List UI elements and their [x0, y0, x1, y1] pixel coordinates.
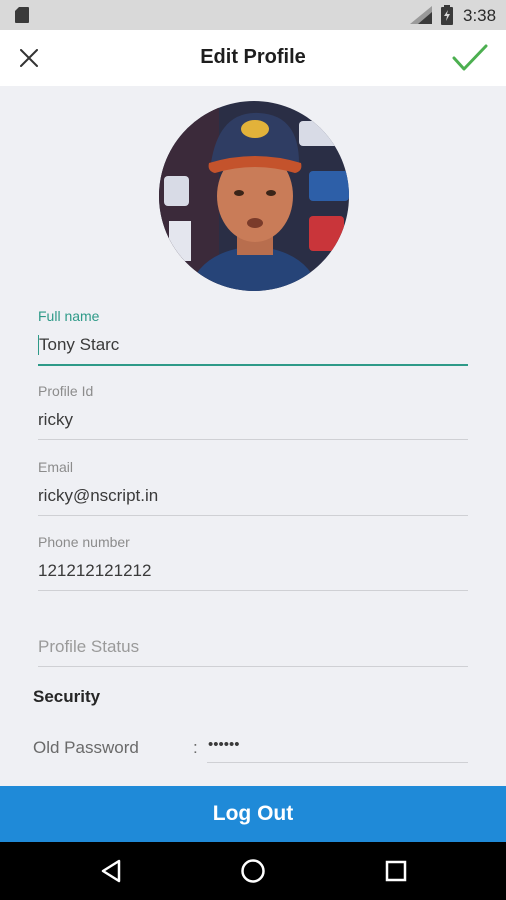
- full-name-input[interactable]: Tony Starc: [38, 333, 468, 357]
- full-name-underline: [38, 364, 468, 366]
- app-bar: Edit Profile: [0, 30, 506, 86]
- old-password-label: Old Password: [33, 738, 139, 757]
- security-heading: Security: [33, 687, 101, 706]
- nav-recents-button[interactable]: [379, 854, 413, 888]
- profile-status-field[interactable]: Profile Status: [38, 609, 468, 667]
- phone-field[interactable]: Phone number 121212121212: [38, 533, 468, 591]
- nav-home-button[interactable]: [236, 854, 270, 888]
- phone-input[interactable]: 121212121212: [38, 559, 468, 583]
- signal-icon: [410, 6, 432, 24]
- full-name-field[interactable]: Full name Tony Starc: [38, 307, 468, 366]
- profile-id-underline: [38, 439, 468, 440]
- old-password-separator: :: [193, 738, 198, 757]
- profile-id-input[interactable]: ricky: [38, 408, 468, 432]
- full-name-label: Full name: [38, 308, 100, 324]
- text-caret: [38, 335, 39, 355]
- save-button[interactable]: [448, 39, 492, 77]
- navigation-bar: [0, 842, 506, 900]
- logout-button[interactable]: Log Out: [0, 786, 506, 842]
- sd-card-icon: [15, 7, 29, 23]
- phone-label: Phone number: [38, 534, 130, 550]
- back-icon: [101, 859, 121, 883]
- page-title: Edit Profile: [200, 46, 306, 68]
- old-password-input[interactable]: ••••••: [208, 736, 240, 753]
- profile-status-underline: [38, 666, 468, 667]
- profile-status-input[interactable]: Profile Status: [38, 635, 468, 659]
- home-icon: [241, 859, 265, 883]
- email-underline: [38, 515, 468, 516]
- battery-icon: [441, 5, 453, 25]
- full-name-value: Tony Starc: [39, 335, 120, 354]
- status-time: 3:38: [463, 6, 497, 25]
- email-label: Email: [38, 459, 74, 475]
- email-field[interactable]: Email ricky@nscript.in: [38, 458, 468, 516]
- avatar-image: [159, 101, 349, 291]
- profile-id-field[interactable]: Profile Id ricky: [38, 382, 468, 440]
- phone-underline: [38, 590, 468, 591]
- nav-back-button[interactable]: [94, 854, 128, 888]
- recents-icon: [385, 860, 407, 882]
- avatar[interactable]: [159, 101, 349, 291]
- old-password-underline: [207, 762, 468, 763]
- checkmark-icon: [452, 44, 488, 71]
- profile-id-label: Profile Id: [38, 383, 94, 399]
- status-bar: 3:38: [0, 0, 506, 30]
- email-input[interactable]: ricky@nscript.in: [38, 484, 468, 508]
